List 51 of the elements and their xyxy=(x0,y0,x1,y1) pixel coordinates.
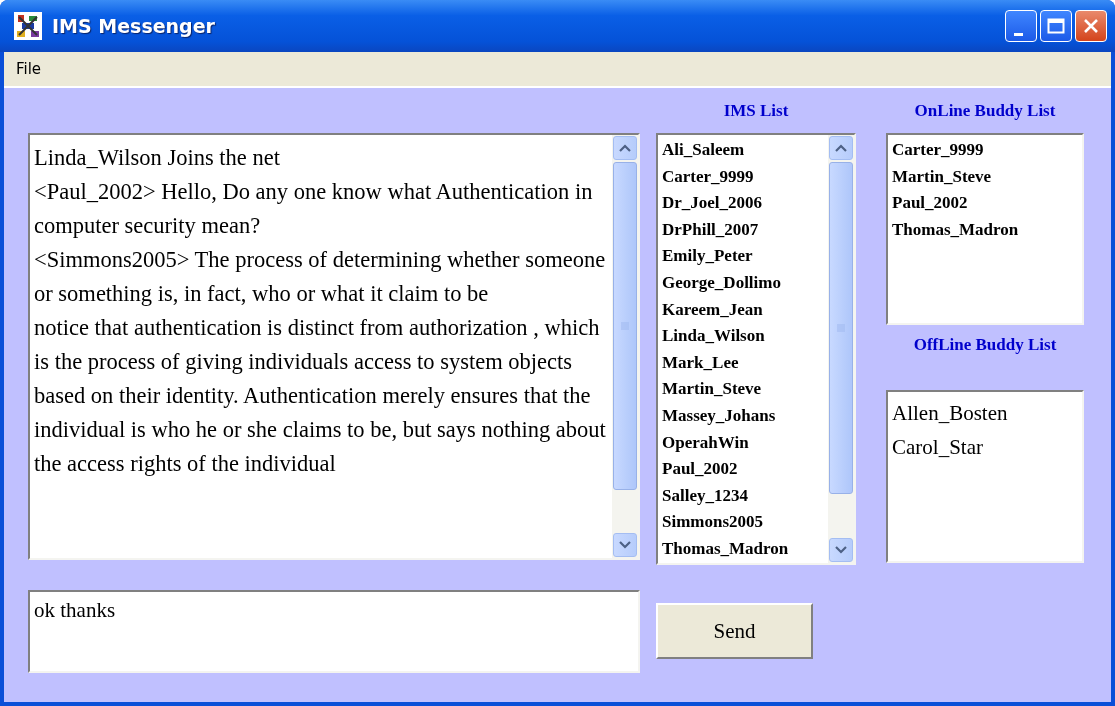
list-item[interactable]: Paul_2002 xyxy=(662,456,828,483)
chevron-down-icon xyxy=(619,541,631,549)
send-button[interactable]: Send xyxy=(656,603,813,659)
scroll-down-button[interactable] xyxy=(613,533,637,557)
list-item[interactable]: Simmons2005 xyxy=(662,509,828,536)
list-item[interactable]: Paul_2002 xyxy=(892,190,1082,217)
scroll-thumb[interactable] xyxy=(613,162,637,491)
scroll-up-button[interactable] xyxy=(613,136,637,160)
window-title: IMS Messenger xyxy=(52,15,216,37)
chevron-up-icon xyxy=(835,144,847,152)
chevron-up-icon xyxy=(619,144,631,152)
chat-message: notice that authentication is distinct from authorization , which is the process of giving individuals access to system objects based on their identity. Authentication merely ensures that the individual is who he or she claims to be, but says nothing about the access rights of the individual xyxy=(34,314,607,478)
list-item[interactable]: Martin_Steve xyxy=(662,376,828,403)
list-item[interactable]: Ali_Saleem xyxy=(662,137,828,164)
maximize-button[interactable] xyxy=(1040,10,1072,42)
minimize-icon xyxy=(1013,32,1023,36)
list-item[interactable]: Massey_Johans xyxy=(662,402,828,430)
scrollbar[interactable] xyxy=(828,135,854,563)
list-heading: IMS List xyxy=(722,99,790,122)
chat-message: <Paul_2002> Hello, Do any one know what Authentication in computer security mean? xyxy=(34,178,594,240)
close-button[interactable] xyxy=(1075,10,1107,42)
list-item[interactable]: Allen_Bosten xyxy=(892,396,1082,430)
list-item[interactable]: Emily_Peter xyxy=(662,243,828,270)
message-input[interactable]: ok thanks xyxy=(28,590,640,673)
scroll-up-button[interactable] xyxy=(829,136,853,160)
chat-message: Linda_Wilson Joins the net xyxy=(34,144,281,172)
list-item[interactable]: Carter_9999 xyxy=(892,137,1082,164)
list-item[interactable]: Thomas_Madron xyxy=(662,535,828,563)
list-item[interactable]: Thomas_Madron xyxy=(892,216,1082,244)
list-item[interactable]: Dr_Joel_2006 xyxy=(662,190,828,217)
scroll-thumb[interactable] xyxy=(829,162,853,495)
list-item[interactable]: Carter_9999 xyxy=(662,163,828,191)
list-heading: OffLine Buddy List xyxy=(912,334,1058,356)
scrollbar[interactable] xyxy=(612,135,638,558)
list-item[interactable]: OperahWin xyxy=(662,429,828,457)
list-item[interactable]: Martin_Steve xyxy=(892,163,1082,191)
list-item[interactable]: Kareem_Jean xyxy=(662,296,828,324)
list-item[interactable]: Mark_Lee xyxy=(662,349,828,377)
maximize-icon xyxy=(1047,18,1065,34)
app-icon xyxy=(14,12,42,40)
list-heading: OnLine Buddy List xyxy=(913,99,1057,122)
menu-item[interactable]: File xyxy=(12,58,46,80)
list-item[interactable]: Salley_1234 xyxy=(662,482,828,510)
list-item[interactable]: Carol_Star xyxy=(892,430,1082,464)
close-icon xyxy=(1083,18,1099,34)
scroll-down-button[interactable] xyxy=(829,538,853,562)
minimize-button[interactable] xyxy=(1005,10,1037,42)
list-item[interactable]: George_Dollimo xyxy=(662,269,828,297)
chevron-down-icon xyxy=(835,546,847,554)
list-item[interactable]: DrPhill_2007 xyxy=(662,216,828,244)
list-item[interactable]: Linda_Wilson xyxy=(662,323,828,350)
